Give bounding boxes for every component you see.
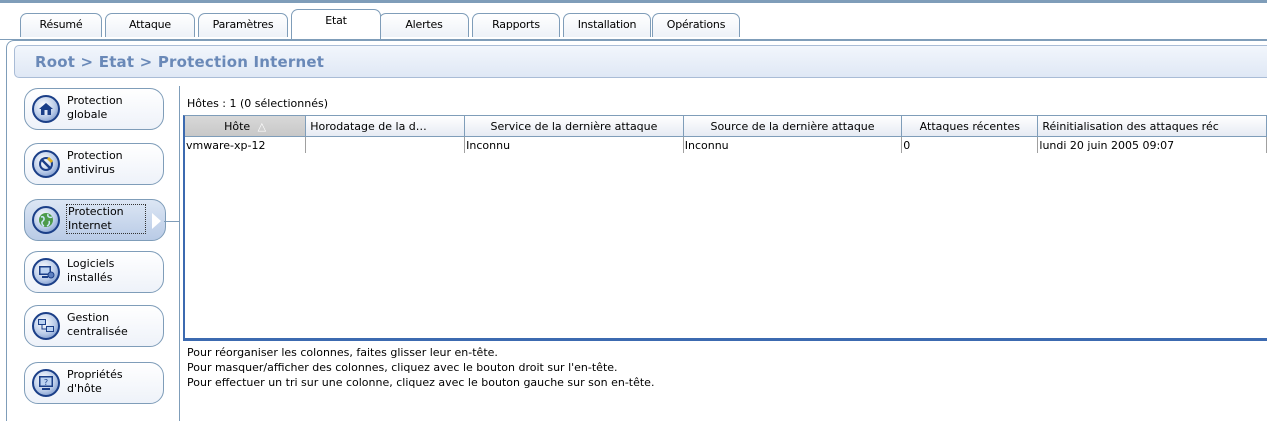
nav-connector — [164, 221, 180, 222]
column-header-hote[interactable]: Hôte △ — [185, 116, 307, 137]
cell-hote: vmware-xp-12 — [185, 136, 307, 153]
installed-software-icon — [32, 258, 60, 286]
nav-protection-internet[interactable]: Protection Internet — [24, 199, 166, 241]
tab-attaque[interactable]: Attaque — [105, 13, 195, 37]
column-header-label: Réinitialisation des attaques réc — [1042, 119, 1219, 133]
nav-label: Protection globale — [67, 94, 123, 121]
breadcrumb: Root > Etat > Protection Internet — [35, 53, 325, 71]
nav-label: Protection antivirus — [67, 149, 123, 176]
tab-installation[interactable]: Installation — [563, 13, 651, 37]
cell-source: Inconnu — [683, 136, 903, 153]
column-header-service[interactable]: Service de la dernière attaque — [464, 116, 684, 137]
nav-label: Gestion centralisée — [67, 311, 128, 338]
nav-protection-globale[interactable]: Protection globale — [24, 88, 164, 130]
tab-rapports[interactable]: Rapports — [472, 13, 560, 37]
hosts-count-label: Hôtes : 1 (0 sélectionnés) — [187, 97, 328, 110]
help-text: Pour réorganiser les colonnes, faites gl… — [187, 345, 654, 390]
cell-attaques: 0 — [901, 136, 1039, 153]
tab-etat[interactable]: Etat — [291, 9, 381, 39]
central-management-icon — [32, 312, 60, 340]
nav-label: Logiciels installés — [67, 257, 115, 284]
nav-label: Protection Internet — [66, 204, 146, 234]
svg-text:?: ? — [44, 378, 48, 387]
column-header-attaques[interactable]: Attaques récentes — [901, 116, 1039, 137]
column-header-horodatage[interactable]: Horodatage de la d… — [305, 116, 466, 137]
column-header-label: Source de la dernière attaque — [710, 119, 875, 133]
column-header-label: Horodatage de la d… — [310, 119, 427, 133]
help-line: Pour effectuer un tri sur une colonne, c… — [187, 376, 655, 389]
table-row[interactable]: vmware-xp-12 Inconnu Inconnu 0 lundi 20 … — [185, 136, 1267, 153]
help-line: Pour réorganiser les colonnes, faites gl… — [187, 346, 498, 359]
antivirus-icon — [32, 150, 60, 178]
nav-gestion-centralisee[interactable]: Gestion centralisée — [24, 305, 164, 347]
selected-arrow-icon — [152, 213, 161, 229]
home-icon — [32, 95, 60, 123]
nav-protection-antivirus[interactable]: Protection antivirus — [24, 143, 164, 185]
nav-proprietes-hote[interactable]: ? Propriétés d'hôte — [24, 362, 164, 404]
nav-logiciels-installes[interactable]: Logiciels installés — [24, 251, 164, 293]
breadcrumb-bar: Root > Etat > Protection Internet — [14, 45, 1267, 78]
column-header-label: Service de la dernière attaque — [490, 119, 658, 133]
cell-horodatage — [305, 136, 466, 153]
nav-divider — [179, 86, 180, 421]
tab-resume[interactable]: Résumé — [20, 13, 102, 37]
host-properties-icon: ? — [32, 369, 60, 397]
sort-ascending-icon: △ — [257, 119, 267, 133]
tab-parametres[interactable]: Paramètres — [198, 13, 288, 37]
hosts-table: Hôte △ Horodatage de la d… Service de la… — [185, 116, 1267, 153]
tab-bar: Résumé Attaque Paramètres Etat Alertes R… — [0, 3, 1267, 40]
column-header-source[interactable]: Source de la dernière attaque — [683, 116, 903, 137]
column-header-label: Hôte — [224, 119, 251, 133]
hosts-table-frame[interactable]: Hôte △ Horodatage de la d… Service de la… — [183, 115, 1267, 341]
column-header-label: Attaques récentes — [919, 119, 1020, 133]
column-header-reinitialisation[interactable]: Réinitialisation des attaques réc — [1037, 116, 1267, 137]
tab-operations[interactable]: Opérations — [652, 13, 740, 37]
internet-globe-icon — [32, 206, 60, 234]
cell-service: Inconnu — [464, 136, 684, 153]
cell-reinitialisation: lundi 20 juin 2005 09:07 — [1037, 136, 1267, 153]
nav-label: Propriétés d'hôte — [67, 368, 123, 395]
table-header-row: Hôte △ Horodatage de la d… Service de la… — [185, 116, 1267, 137]
tab-alertes[interactable]: Alertes — [379, 13, 469, 37]
help-line: Pour masquer/afficher des colonnes, cliq… — [187, 361, 618, 374]
